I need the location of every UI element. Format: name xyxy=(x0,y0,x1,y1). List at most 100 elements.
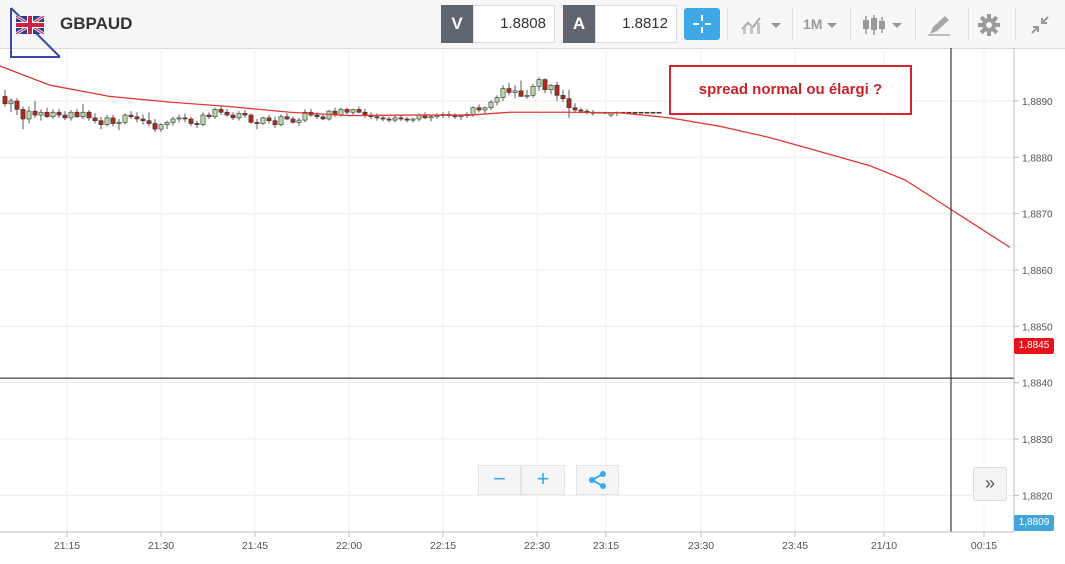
candle-body xyxy=(536,79,542,87)
candle-body xyxy=(170,118,176,123)
settings-button[interactable] xyxy=(977,10,1001,38)
candle-body xyxy=(392,117,398,121)
scroll-right-button[interactable]: » xyxy=(973,467,1007,501)
candle-body xyxy=(98,120,104,125)
candle-body xyxy=(20,109,26,120)
candlestick-icon xyxy=(863,15,885,36)
candle-body xyxy=(92,117,98,121)
candle-body xyxy=(116,122,122,124)
candle-body xyxy=(296,119,302,123)
toolbar-separator xyxy=(727,8,728,40)
x-tick-label: 21:30 xyxy=(148,540,174,552)
x-tick-label: 21:45 xyxy=(242,540,268,552)
timeframe-select[interactable]: 1M xyxy=(803,10,838,38)
zoom-out-icon: − xyxy=(493,466,506,491)
x-tick-label: 23:15 xyxy=(593,540,619,552)
candle-body xyxy=(14,100,20,110)
drawing-tool-icon xyxy=(928,16,950,37)
candle-body xyxy=(338,109,344,116)
candle-body xyxy=(146,120,152,124)
candle-body xyxy=(380,117,386,120)
indicators-button[interactable] xyxy=(740,10,781,38)
toolbar-separator xyxy=(792,8,793,40)
candle-body xyxy=(248,114,254,123)
candle-body xyxy=(314,114,320,118)
candle-body xyxy=(230,114,236,119)
candle-body xyxy=(632,111,638,114)
candle-body xyxy=(566,98,572,109)
chart-style-select[interactable] xyxy=(861,10,902,38)
candle-body xyxy=(140,118,146,121)
candle-body xyxy=(122,114,128,123)
bid-price-tag: 1,8809 xyxy=(1014,515,1054,531)
candle-body xyxy=(362,111,368,116)
candle-body xyxy=(158,124,164,130)
zoom-in-button[interactable]: + xyxy=(521,465,565,495)
collapse-button[interactable] xyxy=(1028,10,1052,38)
symbol-name[interactable]: GBPAUD xyxy=(60,14,132,34)
candle-body xyxy=(206,114,212,118)
candle-body xyxy=(26,110,32,120)
candle-body xyxy=(476,107,482,111)
candle-body xyxy=(458,115,464,118)
candle-body xyxy=(404,118,410,121)
candle-body xyxy=(572,107,578,111)
candle-body xyxy=(224,111,230,116)
crosshair-button[interactable] xyxy=(684,8,720,40)
candle-body xyxy=(44,111,50,118)
candle-body xyxy=(200,114,206,125)
candle-body xyxy=(560,95,566,100)
candle-body xyxy=(164,122,170,125)
sell-price[interactable]: 1.8808 xyxy=(473,5,555,43)
candle-body xyxy=(212,109,218,118)
candle-body xyxy=(152,123,158,130)
share-button[interactable] xyxy=(576,465,619,495)
annotation-box: spread normal ou élargi ? xyxy=(669,65,912,115)
candle-body xyxy=(194,123,200,125)
y-tick-label: 1,8870 xyxy=(1022,210,1053,221)
candle-body xyxy=(542,79,548,90)
y-tick-label: 1,8850 xyxy=(1022,322,1053,333)
candle-body xyxy=(74,111,80,118)
buy-tag[interactable]: A xyxy=(563,5,595,43)
candle-body xyxy=(266,117,272,121)
candle-body xyxy=(2,96,8,105)
candle-body xyxy=(8,100,14,105)
candle-body xyxy=(320,116,326,120)
zoom-out-button[interactable]: − xyxy=(478,465,521,495)
candle-body xyxy=(128,114,134,118)
candle-body xyxy=(242,113,248,116)
candle-body xyxy=(482,107,488,111)
candle-body xyxy=(488,101,494,109)
candle-body xyxy=(530,86,536,96)
candle-body xyxy=(134,116,140,120)
timeframe-label: 1M xyxy=(803,16,823,32)
crosshair-icon xyxy=(693,15,711,33)
x-tick-label: 22:30 xyxy=(524,540,550,552)
share-icon xyxy=(588,471,606,490)
toolbar-separator xyxy=(968,8,969,40)
toolbar-separator xyxy=(850,8,851,40)
candle-body xyxy=(506,88,512,93)
candle-body xyxy=(494,97,500,103)
drawing-tools-button[interactable] xyxy=(926,10,952,38)
candle-body xyxy=(284,116,290,120)
candle-body xyxy=(272,120,278,125)
candle-body xyxy=(386,118,392,121)
candle-body xyxy=(104,117,110,125)
x-tick-label: 22:00 xyxy=(336,540,362,552)
x-tick-label: 23:30 xyxy=(688,540,714,552)
candle-body xyxy=(524,95,530,97)
candle-body xyxy=(50,111,56,118)
y-tick-label: 1,8860 xyxy=(1022,266,1053,277)
candle-body xyxy=(578,109,584,112)
y-tick-label: 1,8830 xyxy=(1022,435,1053,446)
buy-price[interactable]: 1.8812 xyxy=(595,5,677,43)
candle-body xyxy=(188,118,194,124)
last-price-tag: 1,8845 xyxy=(1014,338,1054,354)
chart-toolbar: GBPAUD V 1.8808 A 1.8812 1M xyxy=(0,0,1065,58)
y-tick-label: 1,8820 xyxy=(1022,491,1053,502)
candle-body xyxy=(428,116,434,119)
candle-body xyxy=(68,111,74,119)
sell-tag[interactable]: V xyxy=(441,5,473,43)
